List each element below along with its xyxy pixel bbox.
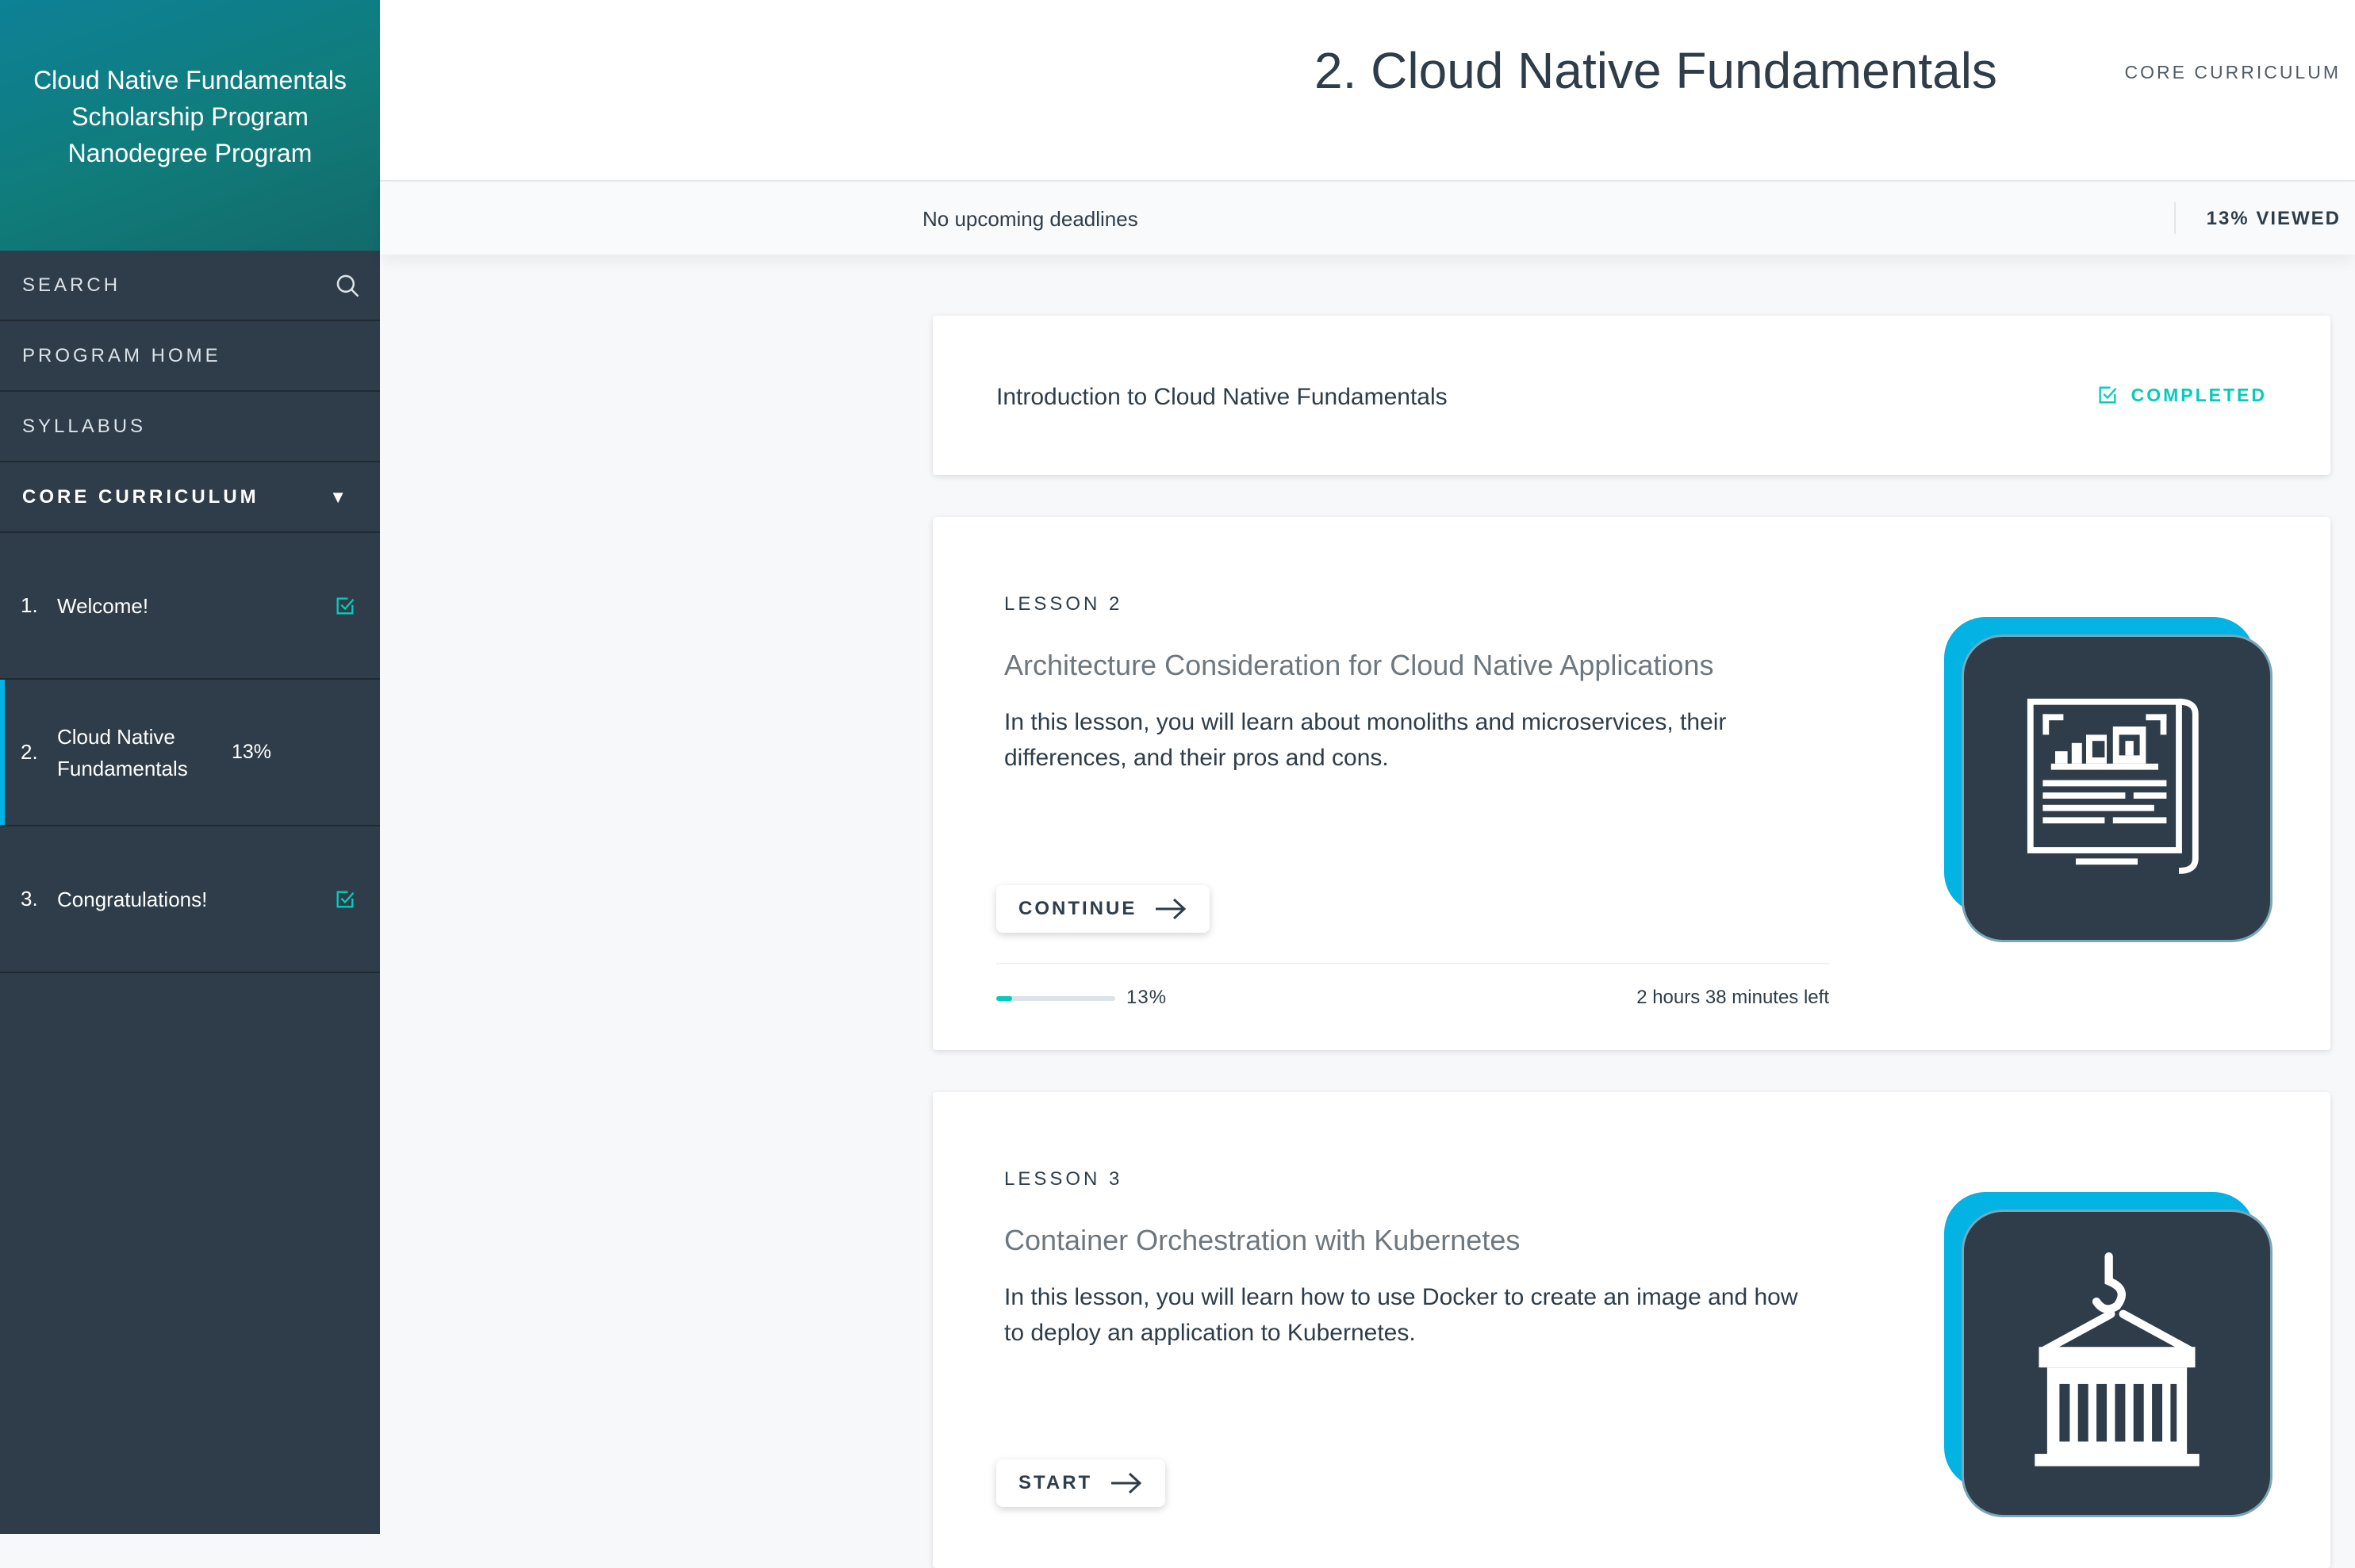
progress-bar: [996, 996, 1115, 1001]
program-title-line-3: Nanodegree Program: [67, 139, 313, 167]
start-button-label: START: [1018, 1472, 1093, 1493]
sidebar-lesson-welcome[interactable]: 1. Welcome!: [0, 533, 380, 680]
sidebar-item-label: CORE CURRICULUM: [22, 485, 259, 508]
lesson-number: 3.: [21, 887, 38, 911]
sidebar-item-core-curriculum[interactable]: CORE CURRICULUM ▼: [0, 462, 380, 533]
status-bar: No upcoming deadlines 13% VIEWED: [380, 180, 2355, 255]
lesson-title[interactable]: Architecture Consideration for Cloud Nat…: [1004, 649, 1713, 682]
checkbox-checked-icon: [336, 597, 355, 614]
checkbox-checked-icon: [2099, 386, 2116, 404]
progress-percentage: 13%: [1126, 987, 1168, 1008]
lesson-title[interactable]: Container Orchestration with Kubernetes: [1004, 1224, 1520, 1257]
lesson-eyebrow: LESSON 3: [1004, 1168, 1123, 1190]
image-tile: [1962, 634, 2273, 942]
arrow-right-icon: [1156, 898, 1187, 920]
sidebar-lesson-cloud-native-fundamentals[interactable]: 2. Cloud Native Fundamentals 13%: [0, 680, 380, 826]
divider: [2174, 202, 2176, 234]
blueprint-icon: [2027, 698, 2199, 874]
continue-button[interactable]: CONTINUE: [996, 885, 1210, 933]
lesson-progress: 13%: [232, 741, 272, 763]
lesson-progress-row: 13% 2 hours 38 minutes left: [996, 963, 1829, 1012]
caret-down-icon: ▼: [329, 486, 347, 507]
program-title-line-2: Scholarship Program: [71, 102, 309, 131]
lesson-image: [1944, 1192, 2277, 1517]
program-title[interactable]: Cloud Native Fundamentals Scholarship Pr…: [0, 0, 380, 251]
sidebar-item-program-home[interactable]: PROGRAM HOME: [0, 321, 380, 392]
deadlines-text: No upcoming deadlines: [922, 207, 1138, 231]
program-title-line-1: Cloud Native Fundamentals: [33, 66, 347, 94]
lesson-number: 2.: [21, 740, 38, 764]
container-crane-icon: [2035, 1252, 2200, 1466]
sidebar-item-label: PROGRAM HOME: [22, 344, 221, 366]
page-header: 2. Cloud Native Fundamentals CORE CURRIC…: [380, 0, 2355, 180]
lesson-number: 1.: [21, 593, 38, 617]
lesson-card: LESSON 3 Container Orchestration with Ku…: [933, 1092, 2330, 1568]
lesson-image: [1944, 617, 2277, 942]
completed-label: COMPLETED: [2131, 384, 2267, 405]
arrow-right-icon: [1111, 1472, 1142, 1494]
image-tile: [1962, 1210, 2273, 1517]
sidebar-item-syllabus[interactable]: SYLLABUS: [0, 392, 380, 462]
continue-button-label: CONTINUE: [1018, 898, 1137, 919]
lesson-name: Congratulations!: [57, 887, 208, 911]
sidebar: Cloud Native Fundamentals Scholarship Pr…: [0, 0, 380, 1534]
start-button[interactable]: START: [996, 1459, 1166, 1507]
sidebar-lesson-congratulations[interactable]: 3. Congratulations!: [0, 826, 380, 973]
time-left: 2 hours 38 minutes left: [1636, 987, 1829, 1008]
sidebar-search[interactable]: SEARCH: [0, 251, 380, 321]
completed-badge: COMPLETED: [2096, 384, 2267, 406]
search-icon: [336, 274, 359, 297]
checkbox-checked-icon: [336, 891, 355, 907]
sidebar-item-label: SYLLABUS: [22, 415, 147, 437]
lesson-name: Cloud Native Fundamentals: [57, 724, 188, 780]
lesson-name: Welcome!: [57, 593, 149, 618]
lesson-eyebrow: LESSON 2: [1004, 593, 1123, 615]
intro-card[interactable]: Introduction to Cloud Native Fundamental…: [933, 316, 2330, 475]
progress-bar-fill: [996, 996, 1012, 1001]
page-title: 2. Cloud Native Fundamentals: [1314, 42, 1997, 99]
search-label: SEARCH: [22, 274, 121, 296]
lesson-description: In this lesson, you will learn about mon…: [1004, 709, 1727, 771]
lesson-description: In this lesson, you will learn how to us…: [1004, 1284, 1798, 1346]
section-label: CORE CURRICULUM: [2124, 62, 2341, 82]
intro-card-title: Introduction to Cloud Native Fundamental…: [996, 384, 1448, 410]
viewed-percentage: 13% VIEWED: [2206, 208, 2341, 229]
lesson-card: LESSON 2 Architecture Consideration for …: [933, 517, 2330, 1050]
